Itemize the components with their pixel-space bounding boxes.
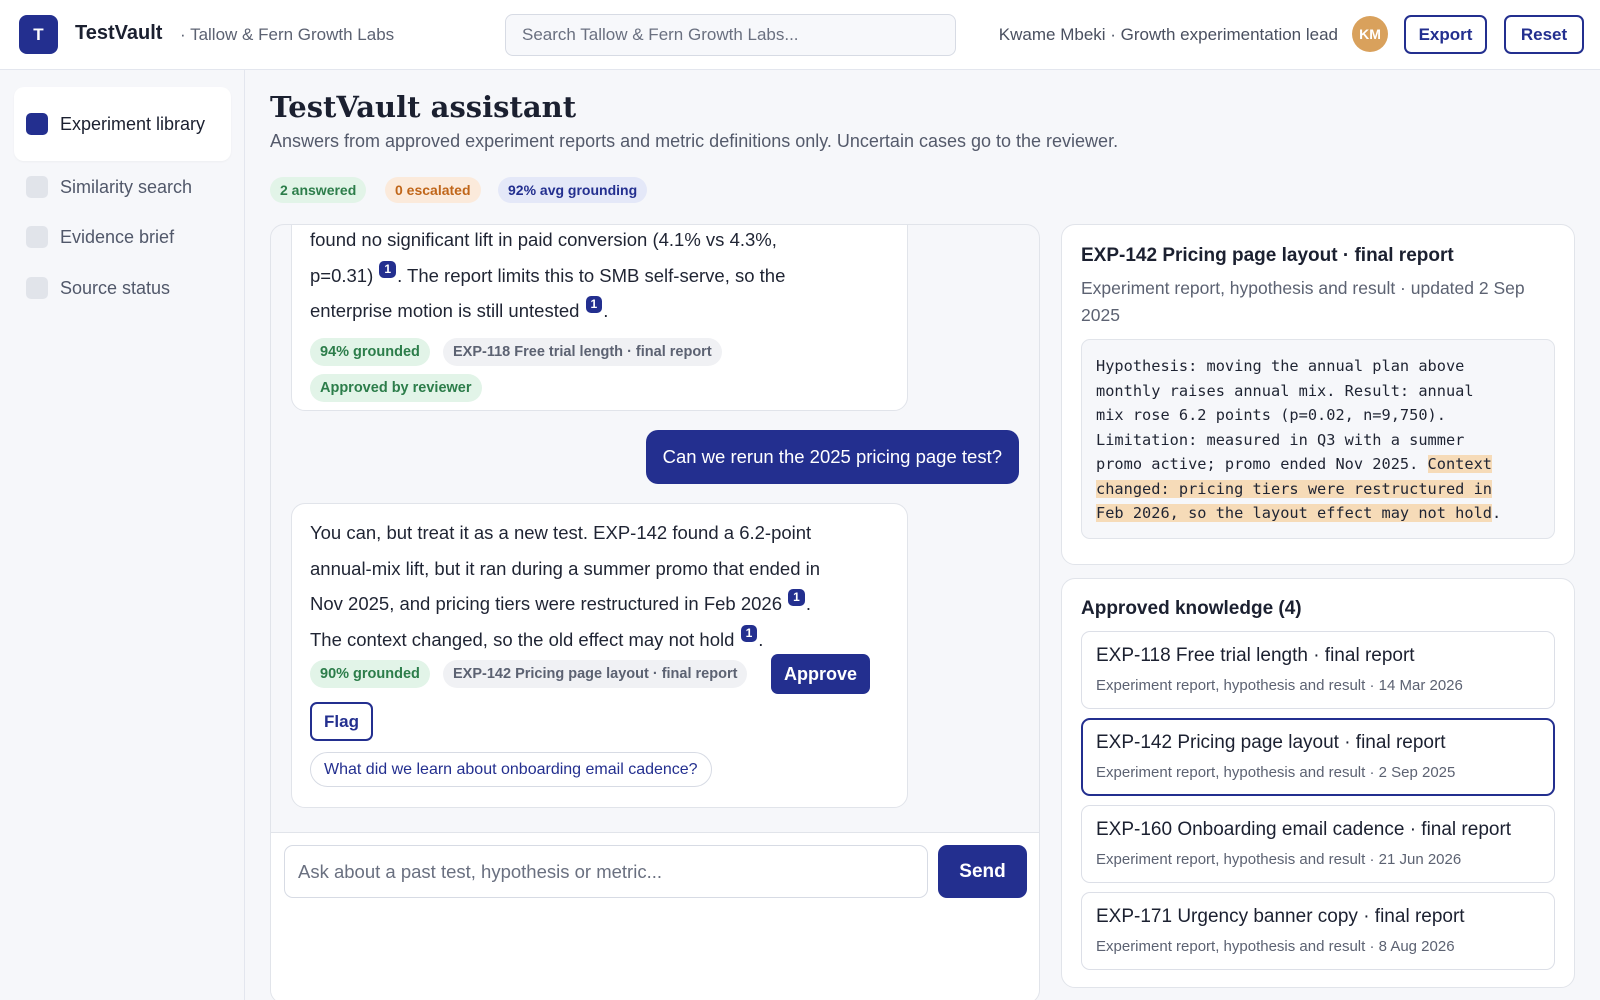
citation-marker[interactable]: 1 [379,260,397,278]
grounded-badge: 90% grounded [310,660,430,688]
answered-badge: 2 answered [270,177,367,203]
composer: Send [271,832,1039,1000]
assistant-message: You can, but treat it as a new test. EXP… [291,503,908,808]
experiment-library-icon [26,113,48,135]
source-excerpt: Hypothesis: moving the annual plan above… [1081,339,1555,539]
main-area: TestVault assistant Answers from approve… [245,70,1600,1000]
sidebar-item-similarity-search[interactable]: Similarity search [14,169,231,205]
suggested-question[interactable]: What did we learn about onboarding email… [310,752,712,787]
citation-marker[interactable]: 1 [740,624,758,642]
org-name: · Tallow & Fern Growth Labs [180,25,395,44]
approved-status-badge: Approved by reviewer [310,374,482,402]
sidebar-item-label: Experiment library [60,113,206,134]
source-chip[interactable]: EXP-142 Pricing page layout · final repo… [443,660,748,688]
grounding-badge: 92% avg grounding [498,177,648,203]
reset-button[interactable]: Reset [1504,15,1584,54]
assistant-message: found no significant lift in paid conver… [291,225,908,411]
flag-button[interactable]: Flag [310,702,373,741]
avatar[interactable]: KM [1352,16,1388,52]
evidence-brief-icon [26,226,48,248]
source-status-icon [26,277,48,299]
message-text: You can, but treat it as a new test. EXP… [310,522,821,650]
source-title: EXP-142 Pricing page layout · final repo… [1081,245,1454,266]
source-preview-panel: EXP-142 Pricing page layout · final repo… [1061,224,1575,565]
knowledge-item[interactable]: EXP-171 Urgency banner copy · final repo… [1081,892,1555,970]
source-meta: Experiment report, hypothesis and result… [1081,278,1525,325]
sidebar-item-label: Source status [60,277,171,298]
send-button[interactable]: Send [938,845,1027,898]
top-bar: T TestVault · Tallow & Fern Growth Labs … [0,0,1600,70]
sidebar-item-label: Evidence brief [60,226,175,247]
highlighted-excerpt: changed: pricing tiers were restructured… [1096,479,1493,498]
export-button[interactable]: Export [1404,15,1487,54]
search-input[interactable] [505,14,956,56]
user-message: Can we rerun the 2025 pricing page test? [645,430,1019,484]
citation-marker[interactable]: 1 [788,589,805,606]
grounded-badge: 94% grounded [310,338,430,366]
escalated-badge: 0 escalated [385,177,481,203]
app-logo: T [19,15,58,54]
sidebar-item-evidence-brief[interactable]: Evidence brief [14,219,231,255]
page-subtitle: Answers from approved experiment reports… [270,131,1119,151]
approve-button[interactable]: Approve [771,654,870,694]
highlighted-excerpt: Feb 2026, so the layout effect may not h… [1096,504,1493,522]
knowledge-panel: Approved knowledge (4) EXP-118 Free tria… [1061,578,1575,988]
knowledge-item[interactable]: EXP-160 Onboarding email cadence · final… [1081,805,1555,883]
sidebar-item-label: Similarity search [60,176,193,197]
source-chip[interactable]: EXP-118 Free trial length · final report [443,338,722,366]
knowledge-item-selected[interactable]: EXP-142 Pricing page layout · final repo… [1081,718,1555,796]
sidebar-item-source-status[interactable]: Source status [14,270,231,306]
chat-panel[interactable]: found no significant lift in paid conver… [270,224,1040,1000]
user-label: Kwame Mbeki · Growth experimentation lea… [998,25,1338,44]
citation-marker[interactable]: 1 [585,296,603,313]
sidebar: Experiment library Similarity search Evi… [0,70,245,1000]
question-input[interactable] [284,845,928,898]
knowledge-item[interactable]: EXP-118 Free trial length · final report… [1081,631,1555,709]
similarity-search-icon [26,176,48,198]
highlighted-excerpt: Context [1427,455,1493,473]
sidebar-item-experiment-library[interactable]: Experiment library [14,87,231,161]
page-title: TestVault assistant [270,90,577,124]
app-name: TestVault [75,22,163,44]
knowledge-title: Approved knowledge (4) [1081,598,1302,619]
message-text: found no significant lift in paid conver… [310,229,786,321]
